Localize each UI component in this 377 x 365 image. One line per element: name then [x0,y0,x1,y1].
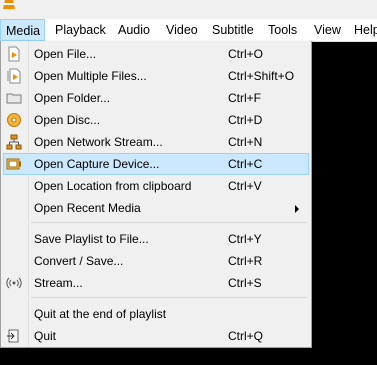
file-icon [8,46,20,62]
menubar-tools[interactable]: Tools [268,19,297,41]
menu-item-label: Open Disc... [34,113,101,127]
menu-item-open-network-stream[interactable]: Open Network Stream... Ctrl+N [3,131,309,153]
menu-item-label: Quit at the end of playlist [34,307,167,321]
menubar-media[interactable]: Media [0,19,45,41]
menubar-help[interactable]: Help [354,19,377,41]
menu-item-label: Open Network Stream... [34,135,163,149]
menu-item-shortcut: Ctrl+N [228,135,263,149]
menu-item-save-playlist[interactable]: Save Playlist to File... Ctrl+Y [3,228,309,250]
folder-icon [6,93,22,104]
menu-item-label: Open Capture Device... [34,157,160,171]
menu-item-label: Open Folder... [34,91,111,105]
menu-item-shortcut: Ctrl+D [228,113,263,127]
title-bar [0,0,377,19]
menu-item-label: Convert / Save... [34,254,124,268]
menu-item-shortcut: Ctrl+S [228,276,262,290]
menu-item-shortcut: Ctrl+O [228,47,264,61]
menu-item-open-folder[interactable]: Open Folder... Ctrl+F [3,87,309,109]
menu-item-open-multiple-files[interactable]: Open Multiple Files... Ctrl+Shift+O [3,65,309,87]
menu-item-label: Open File... [34,47,97,61]
menubar-view[interactable]: View [314,19,341,41]
menu-item-label: Save Playlist to File... [34,232,149,246]
menu-item-convert-save[interactable]: Convert / Save... Ctrl+R [3,250,309,272]
menu-bar: Media Playback Audio Video Subtitle Tool… [0,19,377,42]
menu-item-shortcut: Ctrl+C [228,157,263,171]
menubar-audio[interactable]: Audio [118,19,150,41]
menu-item-label: Open Multiple Files... [34,69,147,83]
menu-item-stream[interactable]: Stream... Ctrl+S [3,272,309,294]
menu-item-quit-end-of-playlist[interactable]: Quit at the end of playlist [3,303,309,325]
menu-item-shortcut: Ctrl+R [228,254,263,268]
files-icon [7,68,21,84]
menu-item-shortcut: Ctrl+F [228,91,261,105]
menu-item-shortcut: Ctrl+Q [228,329,264,343]
exit-icon [7,329,19,343]
menu-item-shortcut: Ctrl+Shift+O [228,69,295,83]
menu-item-quit[interactable]: Quit Ctrl+Q [3,325,309,347]
menu-item-open-file[interactable]: Open File... Ctrl+O [3,43,309,65]
menu-separator [31,297,307,298]
menu-item-label: Quit [34,329,57,343]
menu-item-label: Stream... [34,276,83,290]
capture-icon [6,158,21,170]
media-menu: Open File... Ctrl+O Open Multiple Files.… [0,41,312,348]
menubar-playback[interactable]: Playback [55,19,106,41]
menu-item-shortcut: Ctrl+Y [228,232,262,246]
menu-item-open-location-clipboard[interactable]: Open Location from clipboard Ctrl+V [3,175,309,197]
menu-item-shortcut: Ctrl+V [228,179,262,193]
stream-icon [6,277,22,289]
menu-item-label: Open Recent Media [34,201,141,215]
vlc-cone-icon [3,0,15,9]
network-icon [6,134,22,150]
menu-item-label: Open Location from clipboard [34,179,192,193]
submenu-arrow-icon [295,205,299,213]
disc-icon [7,113,21,127]
menubar-subtitle[interactable]: Subtitle [212,19,254,41]
menu-item-open-recent-media[interactable]: Open Recent Media [3,197,309,219]
menu-separator [31,222,307,223]
menu-item-open-disc[interactable]: Open Disc... Ctrl+D [3,109,309,131]
menubar-video[interactable]: Video [166,19,198,41]
menu-item-open-capture-device[interactable]: Open Capture Device... Ctrl+C [3,153,309,175]
